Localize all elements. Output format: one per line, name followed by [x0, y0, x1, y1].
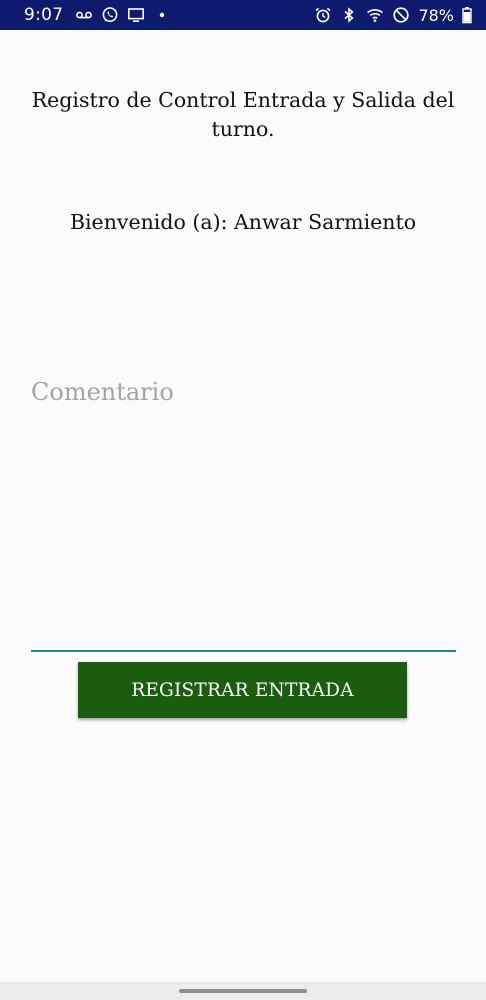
alarm-icon	[314, 6, 332, 24]
page-title: Registro de Control Entrada y Salida del…	[31, 88, 455, 141]
home-gesture-handle[interactable]	[179, 989, 307, 993]
comment-field[interactable]	[31, 370, 456, 652]
whatsapp-icon	[101, 6, 119, 24]
register-screen: Registro de Control Entrada y Salida del…	[0, 30, 486, 982]
status-left: 9:07	[24, 5, 171, 25]
register-entry-button[interactable]: REGISTRAR ENTRADA	[78, 662, 407, 718]
battery-icon	[462, 6, 472, 24]
status-right: 78%	[314, 6, 472, 25]
navigation-bar	[0, 982, 486, 1000]
battery-percentage: 78%	[418, 5, 454, 25]
bluetooth-icon	[340, 6, 358, 24]
wifi-icon	[366, 6, 384, 24]
status-time: 9:07	[24, 5, 64, 25]
voicemail-icon	[75, 6, 93, 24]
screen-cast-icon	[127, 6, 145, 24]
welcome-text: Bienvenido (a): Anwar Sarmiento	[69, 210, 417, 234]
status-bar: 9:07 78%	[0, 0, 486, 30]
comment-input[interactable]	[31, 370, 456, 650]
do-not-disturb-icon	[392, 6, 410, 24]
notification-dot-icon	[153, 6, 171, 24]
